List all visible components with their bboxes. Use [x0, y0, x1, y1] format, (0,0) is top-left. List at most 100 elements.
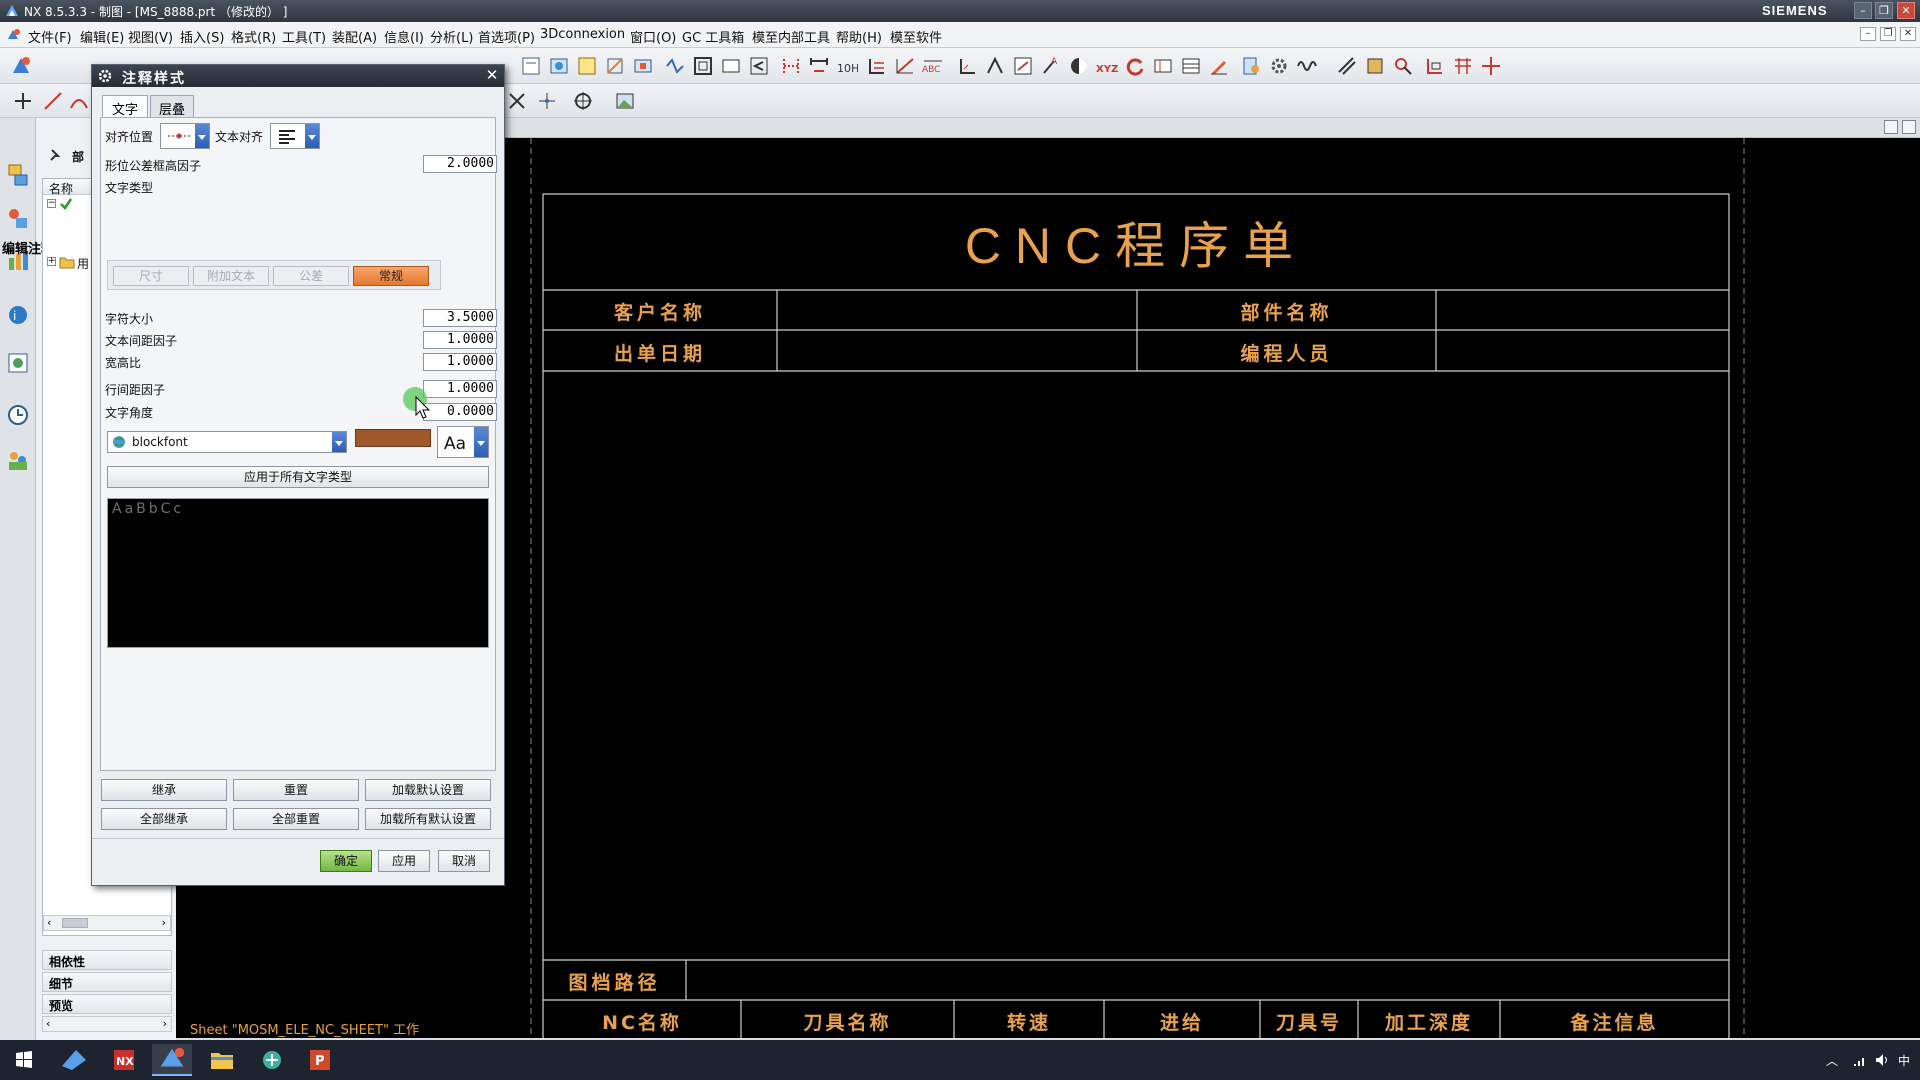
weld-symbol-icon[interactable]: [1012, 55, 1034, 77]
checkmark-icon[interactable]: [59, 197, 73, 211]
tray-expand-icon[interactable]: ︿: [1826, 1052, 1838, 1069]
settings-gear-icon[interactable]: [1268, 55, 1290, 77]
break-view-icon[interactable]: [664, 55, 686, 77]
menu-tools[interactable]: 工具(T): [282, 27, 326, 46]
cross-x-icon[interactable]: [506, 90, 528, 112]
text-type-general-button[interactable]: 常规: [353, 266, 429, 286]
menu-insert[interactable]: 插入(S): [180, 27, 224, 46]
reset-button[interactable]: 重置: [233, 779, 359, 801]
intersection-symbol-icon[interactable]: [1068, 55, 1090, 77]
chamfer-dimension-icon[interactable]: [894, 55, 916, 77]
char-spacing-input[interactable]: 1.0000: [423, 331, 497, 349]
view-update-icon[interactable]: [748, 55, 770, 77]
align-position-dropdown[interactable]: [160, 123, 210, 149]
load-all-default-button[interactable]: 加载所有默认设置: [365, 808, 491, 830]
font-dropdown[interactable]: blockfont: [107, 431, 347, 453]
line-tool-icon[interactable]: [42, 90, 64, 112]
table-note-icon[interactable]: [1180, 55, 1202, 77]
char-size-input[interactable]: 3.5000: [423, 309, 497, 327]
dialog-title-bar[interactable]: 注释样式 ✕: [92, 65, 504, 87]
menu-mold-tools[interactable]: 模至内部工具: [752, 27, 830, 46]
border-zone-icon[interactable]: [1424, 55, 1446, 77]
wave-symbol-icon[interactable]: [1296, 55, 1318, 77]
maximize-button[interactable]: ❐: [1875, 2, 1893, 19]
apply-to-all-text-types-button[interactable]: 应用于所有文字类型: [107, 466, 489, 488]
view-border-icon[interactable]: [720, 55, 742, 77]
app-menu-icon[interactable]: [6, 27, 22, 43]
drawing-sheet-icon[interactable]: [520, 55, 542, 77]
menu-window[interactable]: 窗口(O): [630, 27, 676, 46]
grid-dimension-icon[interactable]: [780, 55, 802, 77]
feature-control-icon[interactable]: [1152, 55, 1174, 77]
mdi-close-button[interactable]: ✕: [1900, 27, 1916, 41]
text-type-tolerance-button[interactable]: 公差: [273, 266, 349, 286]
menu-file[interactable]: 文件(F): [28, 27, 72, 46]
arc-tool-icon[interactable]: [68, 90, 90, 112]
datum-target-icon[interactable]: [956, 55, 978, 77]
mdi-restore-button[interactable]: ❐: [1880, 27, 1896, 41]
ok-button[interactable]: 确定: [320, 850, 372, 872]
tab-text[interactable]: 文字: [102, 95, 148, 118]
inherit-button[interactable]: 继承: [101, 779, 227, 801]
tree-item-label[interactable]: 用: [77, 255, 89, 272]
section-dependencies[interactable]: 相依性: [42, 950, 172, 970]
image-insert-icon[interactable]: [1392, 55, 1414, 77]
menu-analysis[interactable]: 分析(L): [430, 27, 473, 46]
view-layout-icon[interactable]: [548, 55, 570, 77]
taskbar-nx-icon[interactable]: NX: [104, 1044, 144, 1076]
menu-assembly[interactable]: 装配(A): [332, 27, 377, 46]
frame-icon[interactable]: [692, 55, 714, 77]
menu-format[interactable]: 格式(R): [231, 27, 276, 46]
font-style-dropdown[interactable]: Aa: [437, 426, 489, 458]
target-point-icon[interactable]: A: [1040, 55, 1062, 77]
load-default-button[interactable]: 加载默认设置: [365, 779, 491, 801]
bottom-scrollbar[interactable]: ‹ ›: [42, 1016, 172, 1032]
reuse-library-icon[interactable]: i: [6, 302, 30, 328]
area-fill-icon[interactable]: [1364, 55, 1386, 77]
tab-stacking[interactable]: 层叠: [150, 95, 194, 118]
column-name-header[interactable]: 名称: [49, 180, 73, 197]
windows-start-icon[interactable]: [4, 1044, 44, 1076]
menu-info[interactable]: 信息(I): [384, 27, 424, 46]
apply-button[interactable]: 应用: [378, 850, 430, 872]
assembly-navigator-icon[interactable]: [6, 162, 30, 188]
ordinate-dimension-icon[interactable]: [866, 55, 888, 77]
surface-finish-icon[interactable]: [984, 55, 1006, 77]
projected-view-icon[interactable]: [604, 55, 626, 77]
section-view-icon[interactable]: [632, 55, 654, 77]
gdt-frame-factor-input[interactable]: 2.0000: [423, 155, 497, 173]
history-clock-icon[interactable]: [6, 402, 30, 428]
constraint-navigator-icon[interactable]: [6, 206, 30, 232]
reset-all-button[interactable]: 全部重置: [233, 808, 359, 830]
rotate-icon[interactable]: [1124, 55, 1146, 77]
section-preview[interactable]: 预览: [42, 994, 172, 1014]
minimize-button[interactable]: –: [1854, 2, 1872, 19]
fit-view-button[interactable]: [1884, 120, 1898, 134]
roles-icon[interactable]: [6, 448, 30, 474]
menu-preferences[interactable]: 首选项(P): [478, 27, 535, 46]
hatch-icon[interactable]: [1336, 55, 1358, 77]
text-align-dropdown[interactable]: [270, 123, 320, 149]
symbol-library-icon[interactable]: [1240, 55, 1262, 77]
tray-volume-icon[interactable]: [1874, 1052, 1890, 1068]
menu-mold-software[interactable]: 模至软件: [890, 27, 942, 46]
menu-3dconnexion[interactable]: 3Dconnexion: [540, 27, 625, 42]
aspect-ratio-input[interactable]: 1.0000: [423, 353, 497, 371]
tree-expander[interactable]: −: [47, 199, 56, 208]
text-type-dimension-button[interactable]: 尺寸: [113, 266, 189, 286]
hole-dimension-icon[interactable]: 10H7: [836, 55, 858, 77]
taskbar-network-app-icon[interactable]: [252, 1044, 292, 1076]
cancel-button[interactable]: 取消: [438, 850, 490, 872]
section-details[interactable]: 细节: [42, 972, 172, 992]
taskbar-file-explorer-icon[interactable]: [202, 1044, 242, 1076]
base-view-icon[interactable]: [576, 55, 598, 77]
menu-view[interactable]: 视图(V): [128, 27, 173, 46]
menu-help[interactable]: 帮助(H): [836, 27, 882, 46]
web-browser-icon[interactable]: [6, 350, 30, 376]
crosshair-icon[interactable]: [572, 90, 594, 112]
inherit-all-button[interactable]: 全部继承: [101, 808, 227, 830]
expand-view-button[interactable]: [1902, 120, 1916, 134]
tree-expander-collapsed[interactable]: +: [47, 257, 56, 266]
pen-edit-icon[interactable]: [1208, 55, 1230, 77]
horizontal-scrollbar[interactable]: ‹ ›: [43, 915, 171, 931]
